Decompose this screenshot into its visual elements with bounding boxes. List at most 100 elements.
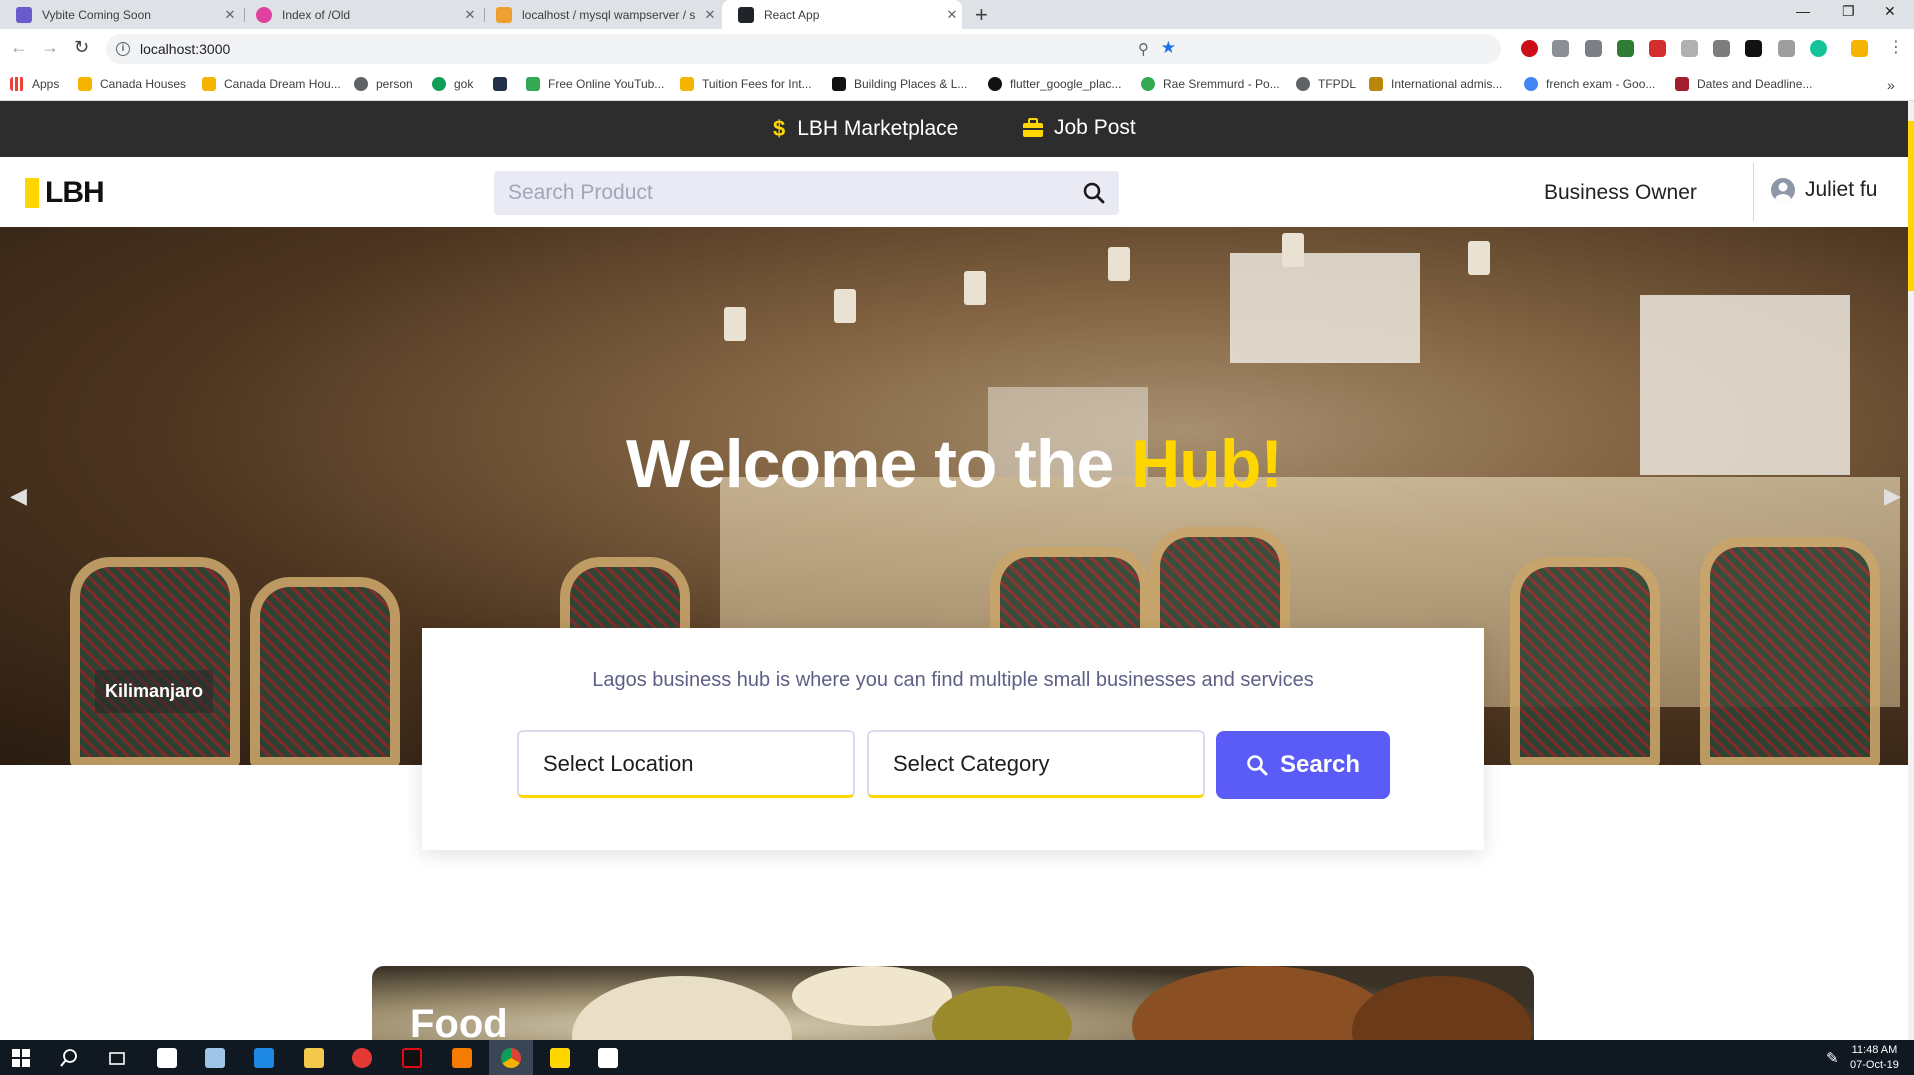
job-post-link[interactable]: Job Post — [1022, 116, 1136, 140]
bookmark-item-apps[interactable]: Apps — [10, 77, 59, 91]
business-owner-link[interactable]: Business Owner — [1544, 181, 1697, 205]
close-window-icon[interactable]: ✕ — [1884, 3, 1896, 20]
browser-tab-react-app[interactable]: React App ✕ — [722, 0, 962, 29]
location-select-label: Select Location — [543, 750, 694, 776]
hero-lamp — [724, 307, 746, 341]
globe-icon — [1296, 77, 1310, 91]
taskbar-clock[interactable]: 11:48 AM 07-Oct-19 — [1850, 1043, 1899, 1073]
bookmark-item[interactable]: gok — [432, 77, 473, 91]
pdf-extension-icon[interactable] — [1681, 40, 1698, 57]
bookmark-label: TFPDL — [1318, 77, 1357, 91]
tab-title: localhost / mysql wampserver / s — [522, 7, 696, 22]
notepad-taskbar-icon[interactable] — [205, 1048, 225, 1068]
camera-extension-icon[interactable] — [1713, 40, 1730, 57]
address-bar[interactable]: i localhost:3000 ⚲ ★ — [106, 34, 1501, 64]
hero-title-highlight: Hub! — [1131, 426, 1283, 502]
windows-start-icon[interactable] — [11, 1048, 31, 1068]
carousel-prev-arrow-icon[interactable]: ◀ — [10, 483, 27, 509]
dollar-icon: $ — [773, 116, 786, 141]
search-button[interactable]: Search — [1216, 731, 1390, 799]
user-menu[interactable]: Juliet fu — [1771, 178, 1877, 202]
browser-tab-phpmyadmin[interactable]: localhost / mysql wampserver / s ✕ — [480, 0, 720, 29]
apps-grid-icon — [10, 77, 24, 91]
red-extension-icon[interactable] — [1649, 40, 1666, 57]
bookmark-label: french exam - Goo... — [1546, 77, 1656, 91]
close-tab-icon[interactable]: ✕ — [700, 7, 720, 23]
cursor-extension-icon[interactable] — [1745, 40, 1762, 57]
sticky-notes-taskbar-icon[interactable] — [550, 1048, 570, 1068]
clock-date: 07-Oct-19 — [1850, 1059, 1899, 1071]
bookmark-item[interactable]: french exam - Goo... — [1524, 77, 1655, 91]
chrome-menu-icon[interactable]: ⋮ — [1888, 37, 1904, 57]
marketplace-link[interactable]: $ LBH Marketplace — [773, 116, 958, 142]
gradient-extension-icon[interactable] — [1778, 40, 1795, 57]
browser-toolbar: ← → ↻ i localhost:3000 ⚲ ★ ⋮ — [0, 29, 1914, 69]
bookmark-label: Canada Dream Hou... — [224, 77, 341, 91]
close-tab-icon[interactable]: ✕ — [220, 7, 240, 23]
business-search-card: Lagos business hub is where you can find… — [422, 628, 1484, 850]
minimize-window-icon[interactable]: — — [1796, 3, 1810, 19]
bookmark-label: person — [376, 77, 413, 91]
site-logo[interactable]: LBH — [25, 176, 105, 210]
globe-extension-icon[interactable] — [1617, 40, 1634, 57]
shield-extension-icon[interactable] — [1552, 40, 1569, 57]
bookmarks-overflow-icon[interactable]: » — [1887, 77, 1895, 93]
new-tab-button[interactable]: + — [975, 2, 988, 28]
browser-tab-strip: Vybite Coming Soon ✕ Index of /Old ✕ loc… — [0, 0, 1914, 29]
task-view-icon[interactable] — [107, 1048, 127, 1068]
hero-title-prefix: Welcome to the — [626, 426, 1132, 502]
vlc-taskbar-icon[interactable] — [452, 1048, 472, 1068]
bookmark-item[interactable]: person — [354, 77, 413, 91]
product-search-bar — [494, 171, 1119, 215]
bookmark-item[interactable]: Tuition Fees for Int... — [680, 77, 812, 91]
vuetify-extension-icon[interactable] — [1585, 40, 1602, 57]
hero-lamp — [834, 289, 856, 323]
bookmark-item[interactable]: Building Places & L... — [832, 77, 967, 91]
product-search-input[interactable] — [508, 181, 1069, 205]
bookmark-star-icon[interactable]: ★ — [1161, 38, 1176, 58]
grammarly-extension-icon[interactable] — [1810, 40, 1827, 57]
search-icon — [1247, 755, 1268, 776]
scrollbar-thumb[interactable] — [1908, 121, 1914, 291]
bookmark-label: International admis... — [1391, 77, 1503, 91]
restore-window-icon[interactable]: ❐ — [1842, 3, 1855, 20]
category-select[interactable]: Select Category — [867, 730, 1205, 798]
search-card-subtitle: Lagos business hub is where you can find… — [592, 669, 1314, 691]
taskbar-search-icon[interactable] — [59, 1048, 79, 1068]
page-scrollbar[interactable] — [1908, 101, 1914, 1041]
bookmark-item[interactable]: TFPDL — [1296, 77, 1356, 91]
photos-taskbar-icon[interactable] — [598, 1048, 618, 1068]
evernote-taskbar-icon[interactable] — [157, 1048, 177, 1068]
opera-extension-icon[interactable] — [1521, 40, 1538, 57]
pen-workspace-icon[interactable]: ✎ — [1826, 1049, 1839, 1067]
carousel-next-arrow-icon[interactable]: ▶ — [1884, 483, 1901, 509]
chrome-taskbar-icon[interactable] — [501, 1048, 521, 1068]
profile-extension-icon[interactable] — [1851, 40, 1868, 57]
hero-chair — [1700, 537, 1880, 765]
bookmark-item[interactable]: Canada Dream Hou... — [202, 77, 341, 91]
bookmark-item[interactable]: Canada Houses — [78, 77, 186, 91]
bookmark-item[interactable]: Rae Sremmurd - Po... — [1141, 77, 1280, 91]
bookmark-item[interactable]: Free Online YouTub... — [526, 77, 664, 91]
back-arrow-icon[interactable]: ← — [10, 37, 28, 58]
browser-tab-index-old[interactable]: Index of /Old ✕ — [240, 0, 480, 29]
vscode-taskbar-icon[interactable] — [254, 1048, 274, 1068]
bookmark-item[interactable]: Dates and Deadline... — [1675, 77, 1812, 91]
close-tab-icon[interactable]: ✕ — [942, 7, 962, 23]
file-explorer-taskbar-icon[interactable] — [304, 1048, 324, 1068]
bookmarks-bar: Apps Canada Houses Canada Dream Hou... p… — [0, 69, 1914, 101]
browser-tab-vybite[interactable]: Vybite Coming Soon ✕ — [0, 0, 240, 29]
bookmark-item[interactable]: flutter_google_plac... — [988, 77, 1121, 91]
bookmark-item[interactable] — [493, 77, 515, 91]
netflix-taskbar-icon[interactable] — [402, 1048, 422, 1068]
reload-icon[interactable]: ↻ — [74, 37, 89, 58]
location-select[interactable]: Select Location — [517, 730, 855, 798]
forward-arrow-icon[interactable]: → — [41, 37, 59, 58]
zoom-icon[interactable]: ⚲ — [1138, 40, 1149, 58]
opera-taskbar-icon[interactable] — [352, 1048, 372, 1068]
site-info-icon[interactable]: i — [116, 42, 130, 56]
bookmark-item[interactable]: International admis... — [1369, 77, 1502, 91]
search-icon[interactable] — [1069, 171, 1119, 215]
hero-title: Welcome to the Hub! — [0, 425, 1908, 503]
close-tab-icon[interactable]: ✕ — [460, 7, 480, 23]
